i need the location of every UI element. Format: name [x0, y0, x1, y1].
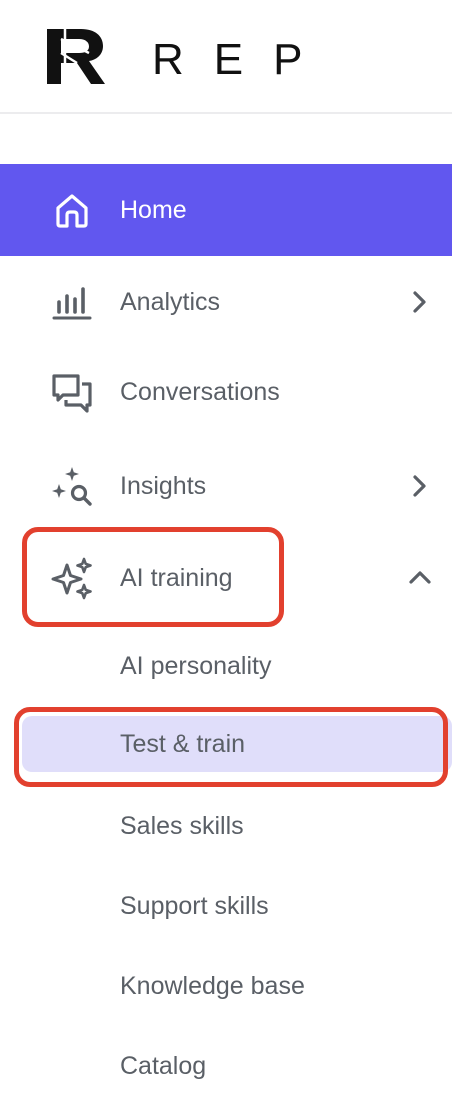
subnav-item-support-skills[interactable]: Support skills [0, 876, 452, 936]
chevron-up-icon[interactable] [404, 562, 436, 594]
sidebar-item-conversations[interactable]: Conversations [0, 346, 452, 438]
highlight-ai-training [22, 527, 284, 627]
subnav-item-label: Knowledge base [120, 972, 305, 1000]
sparkle-search-icon [52, 467, 92, 506]
sidebar-item-home[interactable]: Home [0, 164, 452, 256]
sidebar-item-label: Home [120, 196, 187, 224]
sidebar-item-analytics[interactable]: Analytics [0, 256, 452, 348]
chat-bubbles-icon [52, 374, 92, 413]
sidebar-item-label: Analytics [120, 288, 221, 316]
subnav-item-label: Catalog [120, 1052, 207, 1080]
subnav-item-label: Support skills [120, 892, 269, 920]
highlight-test-train [14, 707, 448, 787]
sidebar-item-label: Insights [120, 472, 207, 500]
bar-chart-icon [52, 287, 92, 320]
subnav-item-sales-skills[interactable]: Sales skills [0, 796, 452, 856]
subnav-item-label: Sales skills [120, 812, 244, 840]
chevron-right-icon[interactable] [404, 286, 436, 318]
subnav-item-knowledge-base[interactable]: Knowledge base [0, 956, 452, 1016]
sidebar-item-insights[interactable]: Insights [0, 440, 452, 532]
chevron-right-icon[interactable] [404, 470, 436, 502]
home-icon [56, 194, 88, 228]
subnav-item-ai-personality[interactable]: AI personality [0, 636, 452, 696]
subnav-item-catalog[interactable]: Catalog [0, 1036, 452, 1096]
subnav-item-label: AI personality [120, 652, 272, 680]
sidebar-item-label: Conversations [120, 378, 280, 406]
